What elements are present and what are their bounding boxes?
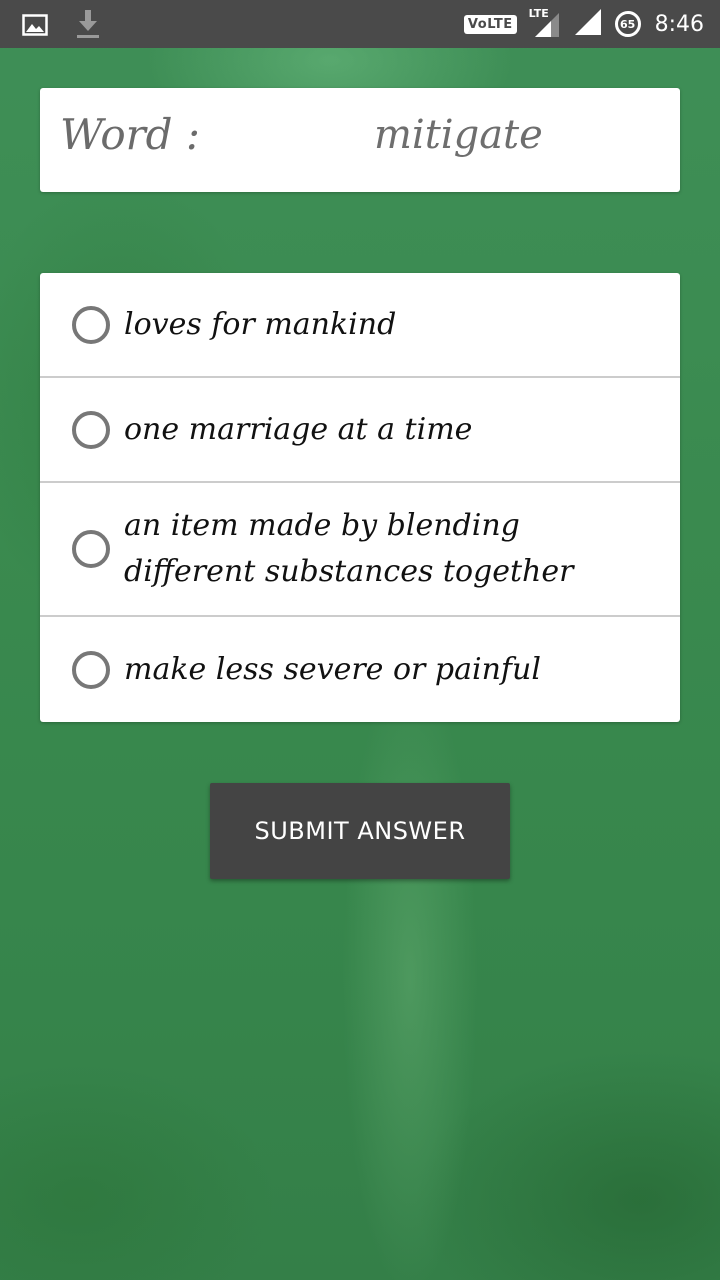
option-label: loves for mankind: [124, 306, 397, 342]
status-bar: VoLTE LTE 65 8:46: [0, 0, 720, 48]
radio-button-icon[interactable]: [72, 410, 110, 449]
option-2[interactable]: one marriage at a time: [40, 378, 680, 483]
options-list: loves for mankind one marriage at a time…: [40, 273, 680, 722]
volte-icon: VoLTE: [463, 14, 517, 34]
battery-icon: 65: [614, 11, 641, 37]
image-icon: [22, 13, 48, 41]
clock: 8:46: [654, 11, 704, 37]
word-value: mitigate: [374, 112, 543, 158]
download-icon: [76, 10, 100, 44]
submit-answer-button[interactable]: SUBMIT ANSWER: [210, 783, 510, 879]
lte-signal-icon: LTE: [529, 7, 561, 39]
option-label: an item made by blending different subst…: [124, 508, 574, 589]
option-label: one marriage at a time: [124, 411, 473, 447]
wifi-signal-icon: [573, 7, 603, 41]
option-4[interactable]: make less severe or painful: [40, 617, 680, 722]
option-1[interactable]: loves for mankind: [40, 273, 680, 378]
word-label: Word :: [60, 110, 201, 159]
radio-button-icon[interactable]: [72, 305, 110, 344]
word-card: Word : mitigate: [40, 88, 680, 192]
option-3[interactable]: an item made by blending different subst…: [40, 483, 680, 617]
option-label: make less severe or painful: [124, 651, 541, 687]
radio-button-icon[interactable]: [72, 530, 110, 568]
radio-button-icon[interactable]: [72, 650, 110, 689]
